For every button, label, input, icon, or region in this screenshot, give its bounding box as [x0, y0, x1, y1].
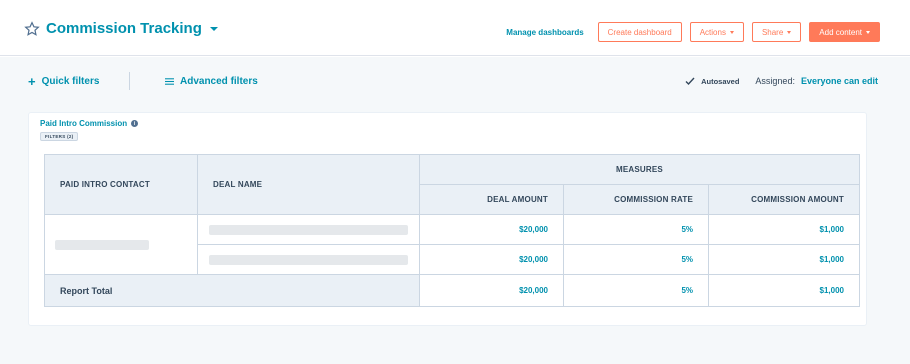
deal-name-cell: [197, 214, 420, 245]
column-header-paid-intro-contact[interactable]: PAID INTRO CONTACT: [44, 154, 198, 215]
total-row: Report Total $20,000 5% $1,000: [44, 274, 860, 307]
filters-badge[interactable]: FILTERS (2): [40, 132, 79, 141]
divider: [129, 72, 130, 90]
column-group-measures: MEASURES: [419, 154, 860, 185]
dashboard-status: Autosaved Assigned: Everyone can edit: [685, 76, 878, 86]
star-icon[interactable]: [24, 20, 40, 37]
add-content-button[interactable]: Add content: [809, 22, 880, 42]
check-icon: [685, 77, 695, 86]
deal-amount-cell[interactable]: $20,000: [419, 214, 564, 245]
column-header-deal-amount[interactable]: DEAL AMOUNT: [419, 184, 564, 215]
column-header-commission-amount[interactable]: COMMISSION AMOUNT: [708, 184, 860, 215]
report-total-label: Report Total: [44, 274, 420, 307]
commission-rate-cell[interactable]: 5%: [563, 214, 709, 245]
report-table: PAID INTRO CONTACT DEAL NAME MEASURES DE…: [44, 154, 860, 307]
loading-placeholder: [209, 224, 408, 235]
header-actions: Manage dashboards Create dashboard Actio…: [506, 22, 880, 42]
quick-filters-button[interactable]: + Quick filters: [28, 73, 100, 89]
chevron-down-icon[interactable]: [209, 26, 218, 31]
share-label: Share: [761, 27, 784, 37]
chevron-down-icon: [729, 30, 734, 34]
assigned-value-link[interactable]: Everyone can edit: [801, 76, 878, 86]
commission-amount-cell[interactable]: $1,000: [708, 214, 860, 245]
chevron-down-icon: [866, 30, 870, 34]
page-title[interactable]: Commission Tracking: [46, 20, 202, 37]
column-header-commission-rate[interactable]: COMMISSION RATE: [563, 184, 709, 215]
total-commission-rate-cell[interactable]: 5%: [563, 274, 709, 307]
quick-filters-label: Quick filters: [41, 76, 100, 87]
deal-amount-cell[interactable]: $20,000: [419, 244, 564, 275]
create-dashboard-label: Create dashboard: [607, 27, 672, 37]
commission-rate-cell[interactable]: 5%: [563, 244, 709, 275]
plus-icon: +: [28, 73, 36, 89]
contact-cell: [44, 214, 198, 275]
dashboard-header: Commission Tracking Manage dashboards Cr…: [0, 0, 910, 56]
advanced-filters-label: Advanced filters: [180, 76, 258, 87]
total-deal-amount-cell[interactable]: $20,000: [419, 274, 564, 307]
chevron-down-icon: [787, 30, 792, 34]
total-commission-amount-cell[interactable]: $1,000: [708, 274, 860, 307]
table-row: $20,000 5% $1,000: [44, 214, 860, 275]
filter-bar: + Quick filters Advanced filters Autosav…: [0, 57, 910, 107]
actions-button[interactable]: Actions: [689, 22, 744, 42]
assigned-label: Assigned:: [755, 76, 795, 86]
advanced-filters-button[interactable]: Advanced filters: [165, 76, 258, 87]
autosaved-status: Autosaved: [701, 76, 740, 86]
report-title-text: Paid Intro Commission: [40, 119, 128, 128]
share-button[interactable]: Share: [751, 22, 802, 42]
create-dashboard-button[interactable]: Create dashboard: [597, 22, 682, 42]
column-header-deal-name[interactable]: DEAL NAME: [197, 154, 420, 215]
add-content-label: Add content: [819, 27, 862, 37]
actions-label: Actions: [699, 27, 726, 37]
manage-dashboards-link[interactable]: Manage dashboards: [506, 28, 583, 37]
commission-amount-cell[interactable]: $1,000: [708, 244, 860, 275]
dashboard-title-wrap[interactable]: Commission Tracking: [24, 20, 218, 37]
loading-placeholder: [209, 254, 408, 265]
loading-placeholder: [55, 239, 149, 250]
deal-name-cell: [197, 244, 420, 275]
info-icon[interactable]: i: [131, 120, 139, 127]
sliders-icon: [165, 78, 174, 85]
report-title[interactable]: Paid Intro Commission i: [40, 119, 139, 128]
report-card: Paid Intro Commission i FILTERS (2) PAID…: [28, 112, 867, 326]
